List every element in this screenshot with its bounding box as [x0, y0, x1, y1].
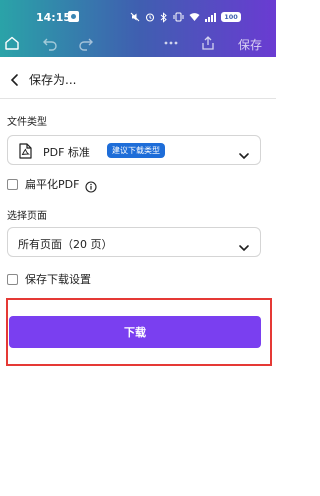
- alarm-icon: [145, 13, 155, 22]
- file-icon: [19, 143, 32, 159]
- editor-toolbar: 保存: [0, 30, 276, 57]
- file-type-select[interactable]: PDF 标准 建议下载类型: [7, 135, 261, 165]
- more-icon[interactable]: [161, 33, 181, 53]
- top-bar: 14:15 100 保存: [0, 0, 276, 57]
- app-icon: [68, 11, 79, 22]
- file-type-value: PDF 标准: [43, 146, 90, 159]
- status-bar: 14:15 100: [0, 0, 276, 30]
- undo-icon[interactable]: [40, 33, 60, 53]
- wifi-icon: [189, 13, 200, 21]
- battery-icon: 100: [221, 12, 241, 22]
- dialog-header: 保存为...: [0, 62, 276, 99]
- save-button[interactable]: 保存: [238, 36, 262, 53]
- status-icons: 100: [130, 11, 241, 23]
- file-type-label: 文件类型: [7, 117, 47, 128]
- back-arrow-icon[interactable]: [7, 72, 23, 88]
- flatten-pdf-label: 扁平化PDF: [25, 178, 80, 191]
- bluetooth-icon: [160, 11, 167, 23]
- flatten-pdf-checkbox[interactable]: [7, 178, 18, 190]
- signal-icon: [205, 13, 216, 22]
- save-settings-checkbox[interactable]: [7, 273, 18, 285]
- redo-icon[interactable]: [76, 33, 96, 53]
- pages-select[interactable]: 所有页面（20 页）: [7, 227, 261, 257]
- page-title: 保存为...: [29, 73, 77, 87]
- info-icon[interactable]: [85, 178, 97, 193]
- save-settings-label: 保存下载设置: [25, 273, 91, 286]
- home-icon[interactable]: [2, 33, 22, 53]
- chevron-down-icon: [238, 238, 250, 252]
- flatten-pdf-row[interactable]: 扁平化PDF: [7, 176, 97, 193]
- vibrate-icon: [173, 12, 184, 22]
- share-icon[interactable]: [198, 33, 218, 53]
- recommended-badge: 建议下载类型: [107, 143, 165, 158]
- pages-value: 所有页面（20 页）: [18, 238, 113, 251]
- save-settings-row[interactable]: 保存下载设置: [7, 271, 91, 287]
- chevron-down-icon: [238, 146, 250, 160]
- download-button[interactable]: 下载: [9, 316, 261, 348]
- status-time: 14:15: [36, 11, 72, 24]
- mute-icon: [130, 12, 140, 22]
- pages-label: 选择页面: [7, 211, 47, 222]
